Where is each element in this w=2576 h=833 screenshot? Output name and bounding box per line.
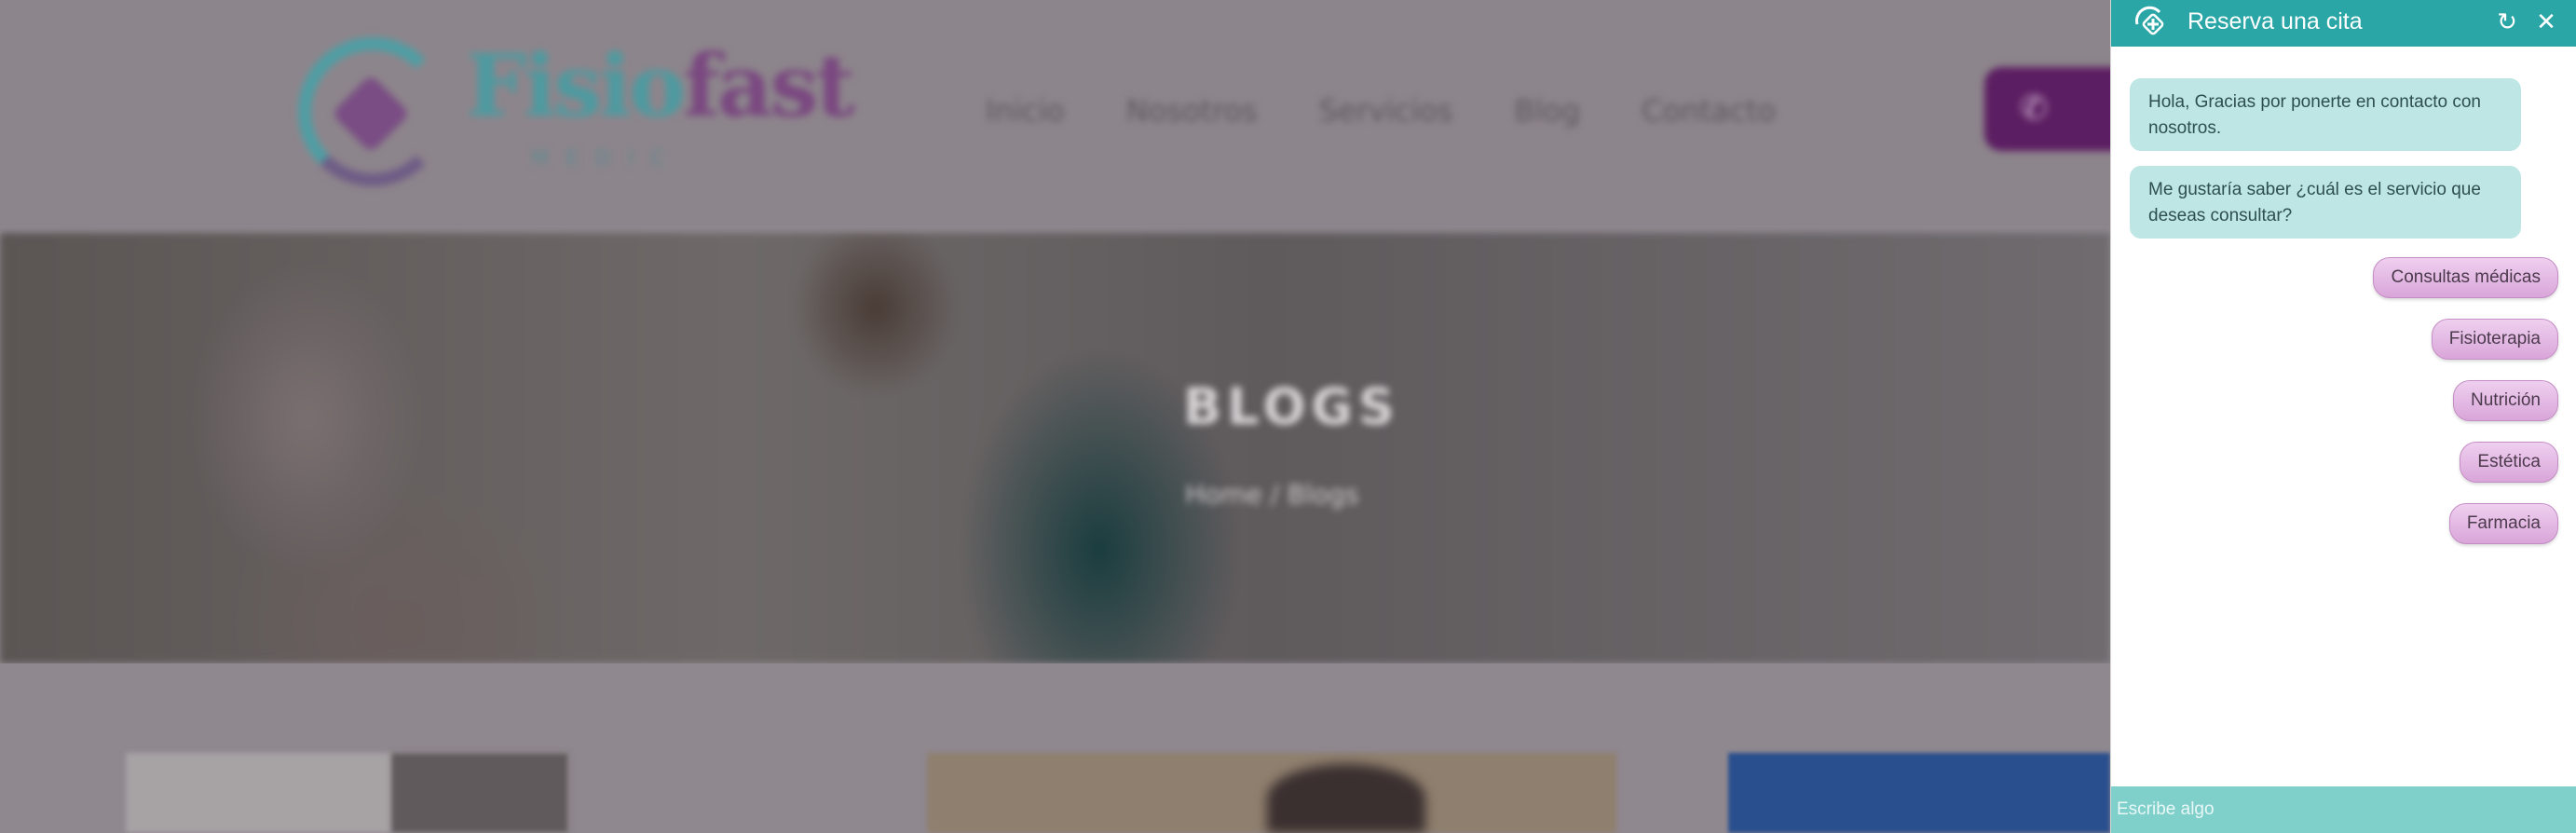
nav-item-nosotros: Nosotros (1125, 93, 1258, 129)
medical-cross-icon (2135, 6, 2164, 35)
blog-card-image-detail (391, 753, 568, 833)
logo-subtitle: MEDIC (531, 147, 682, 171)
nav-item-blog: Blog (1514, 93, 1581, 129)
chat-title: Reserva una cita (2188, 8, 2363, 34)
breadcrumb: Home / Blogs (1185, 479, 1359, 510)
option-consultas-medicas-button[interactable]: Consultas médicas (2373, 257, 2558, 298)
close-icon[interactable]: ✕ (2532, 8, 2560, 36)
message-input[interactable] (2111, 786, 2576, 833)
site-logo: Fisiofast MEDIC (289, 28, 855, 186)
chat-composer (2111, 786, 2576, 833)
phone-icon: ✆ (2020, 89, 2049, 128)
nav-item-servicios: Servicios (1318, 93, 1453, 129)
option-farmacia-button[interactable]: Farmacia (2448, 503, 2558, 544)
option-nutricion-button[interactable]: Nutrición (2453, 380, 2558, 421)
chat-widget: Reserva una cita ↻ ✕ Hola, Gracias por p… (2110, 0, 2576, 833)
phone-button: ✆ (1984, 67, 2110, 151)
logo-wordmark: Fisiofast (466, 35, 855, 136)
nav-item-contacto: Contacto (1642, 93, 1777, 129)
refresh-icon[interactable]: ↻ (2493, 8, 2521, 36)
main-nav: Inicio Nosotros Servicios Blog Contacto (986, 93, 1776, 129)
blog-card-image (1728, 753, 2110, 833)
bot-message: Hola, Gracias por ponerte en contacto co… (2130, 78, 2521, 151)
option-estetica-button[interactable]: Estética (2460, 442, 2558, 483)
hero-title: BLOGS (1183, 377, 1400, 436)
nav-item-inicio: Inicio (986, 93, 1065, 129)
option-fisioterapia-button[interactable]: Fisioterapia (2431, 319, 2558, 360)
bot-message: Me gustaría saber ¿cuál es el servicio q… (2130, 166, 2521, 239)
chat-header: Reserva una cita ↻ ✕ (2111, 0, 2576, 47)
blog-card-image-detail (1267, 764, 1425, 833)
background-website: Fisiofast MEDIC Inicio Nosotros Servicio… (0, 0, 2110, 833)
hero-banner (0, 233, 2110, 663)
